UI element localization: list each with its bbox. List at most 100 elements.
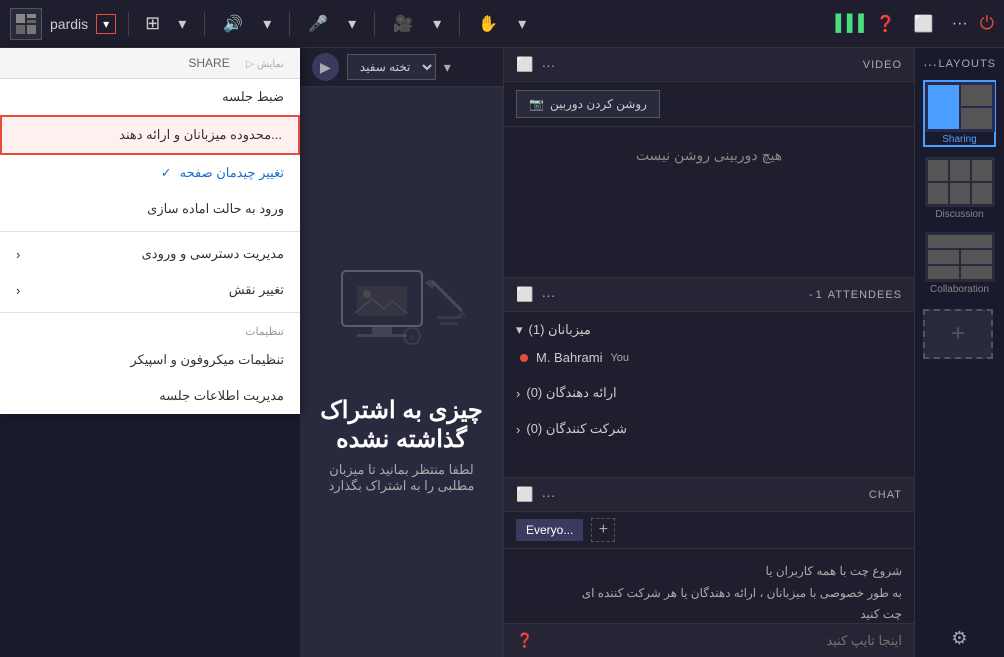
session-info-label: مدیریت اطلاعات جلسه <box>159 388 284 404</box>
hand-icon[interactable]: ✋ <box>472 14 504 34</box>
video-icon[interactable]: 🎥 <box>387 14 419 34</box>
grid-chevron-icon[interactable]: ▾ <box>172 14 192 34</box>
audio-icon[interactable]: 🔊 <box>217 14 249 34</box>
mic-settings-label: تنظیمات میکروفون و اسپیکر <box>130 352 284 368</box>
layout-collaboration[interactable]: Collaboration <box>923 230 996 297</box>
access-mgmt-label: مدیریت دسترسی و ورودی <box>142 246 284 262</box>
mic-chevron-icon[interactable]: ▾ <box>342 14 362 34</box>
adjust-session-item[interactable]: ضبط جلسه <box>0 79 300 115</box>
app-name: pardis <box>50 16 88 32</box>
share-content: a چیزی به اشتراک گذاشته نشده لطفا منتظر … <box>300 87 503 657</box>
chat-info-line3: چت کنید <box>516 604 902 623</box>
whiteboard-select[interactable]: تخته سفید <box>347 54 436 80</box>
presenters-group: › ارائه دهندگان (0) <box>504 375 914 411</box>
power-icon[interactable]: ⏻ <box>980 13 994 34</box>
sharing-section: ▶ تخته سفید ▾ <box>300 48 504 657</box>
participants-group: › شرکت کنندگان (0) <box>504 411 914 447</box>
whiteboard-chevron[interactable]: ▾ <box>444 59 451 76</box>
layouts-header: ··· LAYOUTS <box>923 56 996 72</box>
mic-icon[interactable]: 🎤 <box>302 14 334 34</box>
display-btn[interactable]: ▷ نمایش <box>246 59 284 70</box>
attendees-title-area: - 1 ATTENDEES <box>809 289 902 301</box>
participants-label: شرکت کنندگان (0) <box>526 421 627 437</box>
layout-add-btn[interactable]: + <box>923 309 993 359</box>
you-label: You <box>610 352 629 364</box>
video-toolbar: 📷 روشن کردن دوربین <box>504 82 914 127</box>
ready-mode-label: ورود به حالت اماده سازی <box>147 201 284 217</box>
change-role-arrow: › <box>16 283 20 298</box>
app-logo <box>10 8 42 40</box>
no-camera-text: هیچ دوربینی روشن نیست <box>636 147 782 164</box>
participants-chevron-icon: › <box>516 422 520 437</box>
attendee-item: M. Bahrami You <box>504 344 914 371</box>
dropdown-toggle[interactable]: ▾ <box>96 14 116 34</box>
share-illustration: a <box>322 251 482 376</box>
separator <box>128 12 129 36</box>
signal-icon: ▐▐▐ <box>830 15 864 33</box>
help-icon[interactable]: ❓ <box>870 14 902 34</box>
separator4 <box>374 12 375 36</box>
topbar: pardis ▾ ⊞ ▾ 🔊 ▾ 🎤 ▾ 🎥 ▾ ✋ ▾ ▐▐▐ ❓ ⬜ ···… <box>0 0 1004 48</box>
video-more-btn[interactable]: ··· <box>541 57 555 73</box>
camera-icon: 📷 <box>529 97 544 111</box>
chat-info-line1: شروع چت با همه کاربران یا <box>516 561 902 583</box>
presenters-label: ارائه دهندگان (0) <box>526 385 616 401</box>
video-content: هیچ دوربینی روشن نیست <box>504 127 914 184</box>
more-icon[interactable]: ··· <box>946 15 974 33</box>
participants-group-header[interactable]: › شرکت کنندگان (0) <box>504 415 914 443</box>
chat-add-tab-btn[interactable]: + <box>591 518 615 542</box>
share-toolbar: ▶ تخته سفید ▾ <box>300 48 503 87</box>
chat-tabs: Everyo... + <box>504 512 914 549</box>
hosts-label: میزبانان (1) <box>529 322 591 338</box>
right-panel: ⬜ ··· VIDEO 📷 روشن کردن دوربین هیچ دوربی… <box>504 48 914 657</box>
screen-icon[interactable]: ⬜ <box>908 14 940 34</box>
chat-help-icon: ❓ <box>516 632 533 649</box>
attendees-minimize-btn[interactable]: ⬜ <box>516 286 533 303</box>
layout-collaboration-label: Collaboration <box>925 284 994 295</box>
change-role-item[interactable]: › تغییر نقش <box>0 272 300 308</box>
separator2 <box>204 12 205 36</box>
layout-discussion-label: Discussion <box>925 209 994 220</box>
divider2 <box>0 312 300 313</box>
present-btn[interactable]: ▶ <box>312 59 339 76</box>
center-area: ▶ تخته سفید ▾ <box>300 48 504 657</box>
chat-messages: شروع چت با همه کاربران یا به طور خصوصی ب… <box>504 549 914 623</box>
divider1 <box>0 231 300 232</box>
host-limit-item[interactable]: محدوده میزبانان و ارائه دهند... <box>0 115 300 155</box>
chat-title: CHAT <box>869 489 902 501</box>
chat-header: ⬜ ··· CHAT <box>504 478 914 512</box>
settings-section-label: تنظیمات <box>0 317 300 342</box>
change-role-label: تغییر نقش <box>229 282 284 298</box>
layout-discussion[interactable]: Discussion <box>923 155 996 222</box>
attendee-count: - 1 <box>809 289 822 301</box>
layout-sharing-label: Sharing <box>925 134 994 145</box>
chat-input[interactable] <box>533 633 902 648</box>
layout-sharing[interactable]: Sharing <box>923 80 996 147</box>
camera-btn-label: روشن کردن دوربین <box>550 97 647 111</box>
camera-btn[interactable]: 📷 روشن کردن دوربین <box>516 90 660 118</box>
chat-more-btn[interactable]: ··· <box>541 487 555 503</box>
video-chevron-icon[interactable]: ▾ <box>427 14 447 34</box>
attendee-name: M. Bahrami <box>536 350 602 365</box>
mic-settings-item[interactable]: تنظیمات میکروفون و اسپیکر <box>0 342 300 378</box>
session-info-item[interactable]: مدیریت اطلاعات جلسه <box>0 378 300 414</box>
share-sub-text: لطفا منتظر بمانید تا میزبان مطلبی را به … <box>320 462 483 494</box>
attendees-header-right: ⬜ ··· <box>516 286 555 303</box>
change-layout-item[interactable]: ✓ تغییر چیدمان صفحه <box>0 155 300 191</box>
audio-chevron-icon[interactable]: ▾ <box>257 14 277 34</box>
share-header: SHARE ▷ نمایش <box>0 48 300 79</box>
presenters-group-header[interactable]: › ارائه دهندگان (0) <box>504 379 914 407</box>
ready-mode-item[interactable]: ورود به حالت اماده سازی <box>0 191 300 227</box>
layouts-bottom: ⚙ <box>923 628 996 649</box>
chat-minimize-btn[interactable]: ⬜ <box>516 486 533 503</box>
settings-icon[interactable]: ⚙ <box>951 628 967 649</box>
attendees-more-btn[interactable]: ··· <box>541 287 555 303</box>
access-mgmt-item[interactable]: › مدیریت دسترسی و ورودی <box>0 236 300 272</box>
hand-chevron-icon[interactable]: ▾ <box>512 14 532 34</box>
presenters-chevron-icon: › <box>516 386 520 401</box>
video-minimize-btn[interactable]: ⬜ <box>516 56 533 73</box>
grid-icon[interactable]: ⊞ <box>141 13 164 34</box>
hosts-group-header[interactable]: ▾ میزبانان (1) <box>504 316 914 344</box>
layouts-more-btn[interactable]: ··· <box>923 56 937 72</box>
chat-tab-everyone[interactable]: Everyo... <box>516 519 583 541</box>
